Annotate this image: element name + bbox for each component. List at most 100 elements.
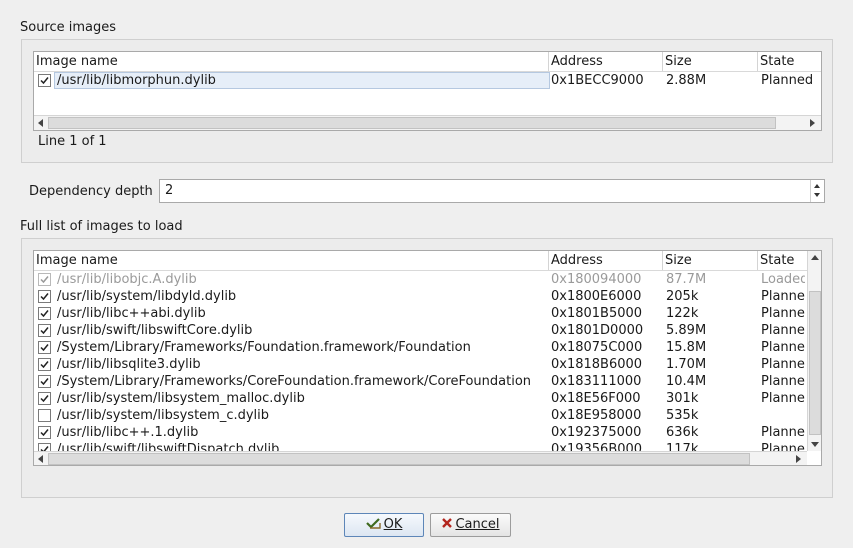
checkmark-icon	[40, 276, 49, 284]
column-header-state[interactable]: State	[758, 251, 807, 270]
row-checkbox[interactable]	[38, 290, 51, 303]
scroll-right-icon[interactable]	[796, 455, 801, 463]
table-row[interactable]: /System/Library/Frameworks/Foundation.fr…	[34, 339, 807, 356]
address-cell: 0x180094000	[551, 272, 642, 287]
row-checkbox[interactable]	[38, 341, 51, 354]
scroll-down-icon[interactable]	[811, 442, 819, 447]
row-checkbox[interactable]	[38, 74, 51, 87]
column-header-image-name[interactable]: Image name	[34, 251, 549, 270]
address-cell: 0x183111000	[551, 374, 642, 389]
size-cell: 2.88M	[666, 73, 707, 88]
column-header-size[interactable]: Size	[663, 52, 758, 71]
scroll-thumb[interactable]	[809, 291, 821, 435]
image-name-cell: /usr/lib/libc++.1.dylib	[57, 425, 199, 440]
ok-button[interactable]: OK	[344, 513, 424, 537]
checkmark-icon	[40, 361, 49, 369]
row-checkbox[interactable]	[38, 324, 51, 337]
scroll-left-icon[interactable]	[38, 119, 43, 127]
full-list-label: Full list of images to load	[20, 219, 183, 234]
checkmark-icon	[40, 77, 49, 85]
column-header-address[interactable]: Address	[549, 251, 663, 270]
scroll-left-icon[interactable]	[38, 455, 43, 463]
table-row[interactable]: /usr/lib/swift/libswiftCore.dylib 0x1801D…	[34, 322, 807, 339]
image-name-cell: /usr/lib/libc++abi.dylib	[57, 306, 206, 321]
scroll-thumb[interactable]	[48, 117, 776, 129]
column-header-size[interactable]: Size	[663, 251, 758, 270]
row-checkbox[interactable]	[38, 426, 51, 439]
dependency-depth-spinbox[interactable]: 2	[159, 179, 825, 203]
spin-up-icon[interactable]	[814, 184, 820, 188]
size-cell: 1.70M	[666, 357, 707, 372]
size-cell: 10.4M	[666, 374, 707, 389]
checkmark-icon	[40, 293, 49, 301]
horizontal-scrollbar[interactable]	[34, 115, 821, 130]
cancel-button[interactable]: Cancel	[430, 513, 511, 537]
state-cell: Loaded	[761, 272, 805, 287]
row-checkbox[interactable]	[38, 307, 51, 320]
scroll-up-icon[interactable]	[811, 255, 819, 260]
table-row[interactable]: /usr/lib/swift/libswiftDispatch.dylib 0x1…	[34, 441, 807, 451]
scroll-right-icon[interactable]	[810, 119, 815, 127]
horizontal-scrollbar[interactable]	[34, 451, 807, 465]
row-checkbox[interactable]	[38, 443, 51, 451]
image-name-cell: /usr/lib/system/libsystem_c.dylib	[57, 408, 270, 423]
checkmark-icon	[40, 310, 49, 318]
state-cell	[761, 407, 805, 424]
state-cell: Planned	[761, 306, 805, 321]
row-checkbox[interactable]	[38, 358, 51, 371]
column-header-address[interactable]: Address	[549, 52, 663, 71]
address-cell: 0x1801D0000	[551, 323, 644, 338]
full-list-group: Image name Address Size State /usr/lib/l…	[21, 238, 833, 498]
cancel-button-label: Cancel	[455, 517, 500, 532]
full-list-table[interactable]: Image name Address Size State /usr/lib/l…	[33, 250, 822, 466]
table-header: Image name Address Size State	[34, 52, 821, 72]
checkmark-icon	[40, 395, 49, 403]
image-name-cell[interactable]: /usr/lib/libmorphun.dylib	[54, 72, 550, 89]
check-arrow-icon	[365, 518, 381, 529]
row-checkbox[interactable]	[38, 392, 51, 405]
size-cell: 636k	[666, 425, 699, 440]
row-checkbox[interactable]	[38, 409, 51, 422]
state-cell: Planned	[761, 374, 805, 389]
image-name-cell: /usr/lib/swift/libswiftCore.dylib	[57, 323, 253, 338]
table-row[interactable]: /usr/lib/system/libdyld.dylib 0x1800E6000…	[34, 288, 807, 305]
row-checkbox	[38, 273, 51, 286]
image-name-cell: /System/Library/Frameworks/Foundation.fr…	[57, 340, 471, 355]
source-images-label: Source images	[20, 20, 117, 35]
spin-down-icon[interactable]	[814, 193, 820, 197]
scroll-thumb[interactable]	[48, 453, 750, 465]
vertical-scrollbar[interactable]	[807, 251, 821, 451]
size-cell: 535k	[666, 408, 699, 423]
checkmark-icon	[40, 344, 49, 352]
state-cell: Planned	[761, 391, 805, 406]
row-checkbox[interactable]	[38, 375, 51, 388]
dependency-depth-value[interactable]: 2	[165, 183, 173, 198]
size-cell: 122k	[666, 306, 699, 321]
table-row[interactable]: /System/Library/Frameworks/CoreFoundatio…	[34, 373, 807, 390]
source-images-group: Image name Address Size State /usr/lib/l…	[21, 39, 833, 163]
state-cell: Planned	[761, 323, 805, 338]
address-cell: 0x19356B000	[551, 442, 643, 451]
source-images-table[interactable]: Image name Address Size State /usr/lib/l…	[33, 51, 822, 131]
address-cell: 0x192375000	[551, 425, 642, 440]
image-name-cell: /System/Library/Frameworks/CoreFoundatio…	[57, 374, 532, 389]
address-cell: 0x18E958000	[551, 408, 642, 423]
table-row[interactable]: /usr/lib/libc++abi.dylib 0x1801B5000 122k P…	[34, 305, 807, 322]
table-row[interactable]: /usr/lib/libobjc.A.dylib 0x180094000 87.7M…	[34, 271, 807, 288]
table-header: Image name Address Size State	[34, 251, 807, 271]
column-header-state[interactable]: State	[758, 52, 821, 71]
table-row[interactable]: /usr/lib/system/libsystem_c.dylib 0x18E95…	[34, 407, 807, 424]
table-row[interactable]: /usr/lib/libsqlite3.dylib 0x1818B6000 1.70…	[34, 356, 807, 373]
image-name-cell: /usr/lib/libobjc.A.dylib	[57, 272, 197, 287]
size-cell: 15.8M	[666, 340, 707, 355]
image-name-cell: /usr/lib/libsqlite3.dylib	[57, 357, 201, 372]
column-header-image-name[interactable]: Image name	[34, 52, 549, 71]
table-row[interactable]: /usr/lib/libc++.1.dylib 0x192375000 636k Pl…	[34, 424, 807, 441]
image-name-cell: /usr/lib/system/libdyld.dylib	[57, 289, 237, 304]
size-cell: 87.7M	[666, 272, 707, 287]
checkmark-icon	[40, 378, 49, 386]
table-row[interactable]: /usr/lib/libmorphun.dylib 0x1BECC9000 2.…	[34, 72, 821, 89]
address-cell: 0x1801B5000	[551, 306, 643, 321]
state-cell: Planned	[761, 340, 805, 355]
table-row[interactable]: /usr/lib/system/libsystem_malloc.dylib 0x…	[34, 390, 807, 407]
